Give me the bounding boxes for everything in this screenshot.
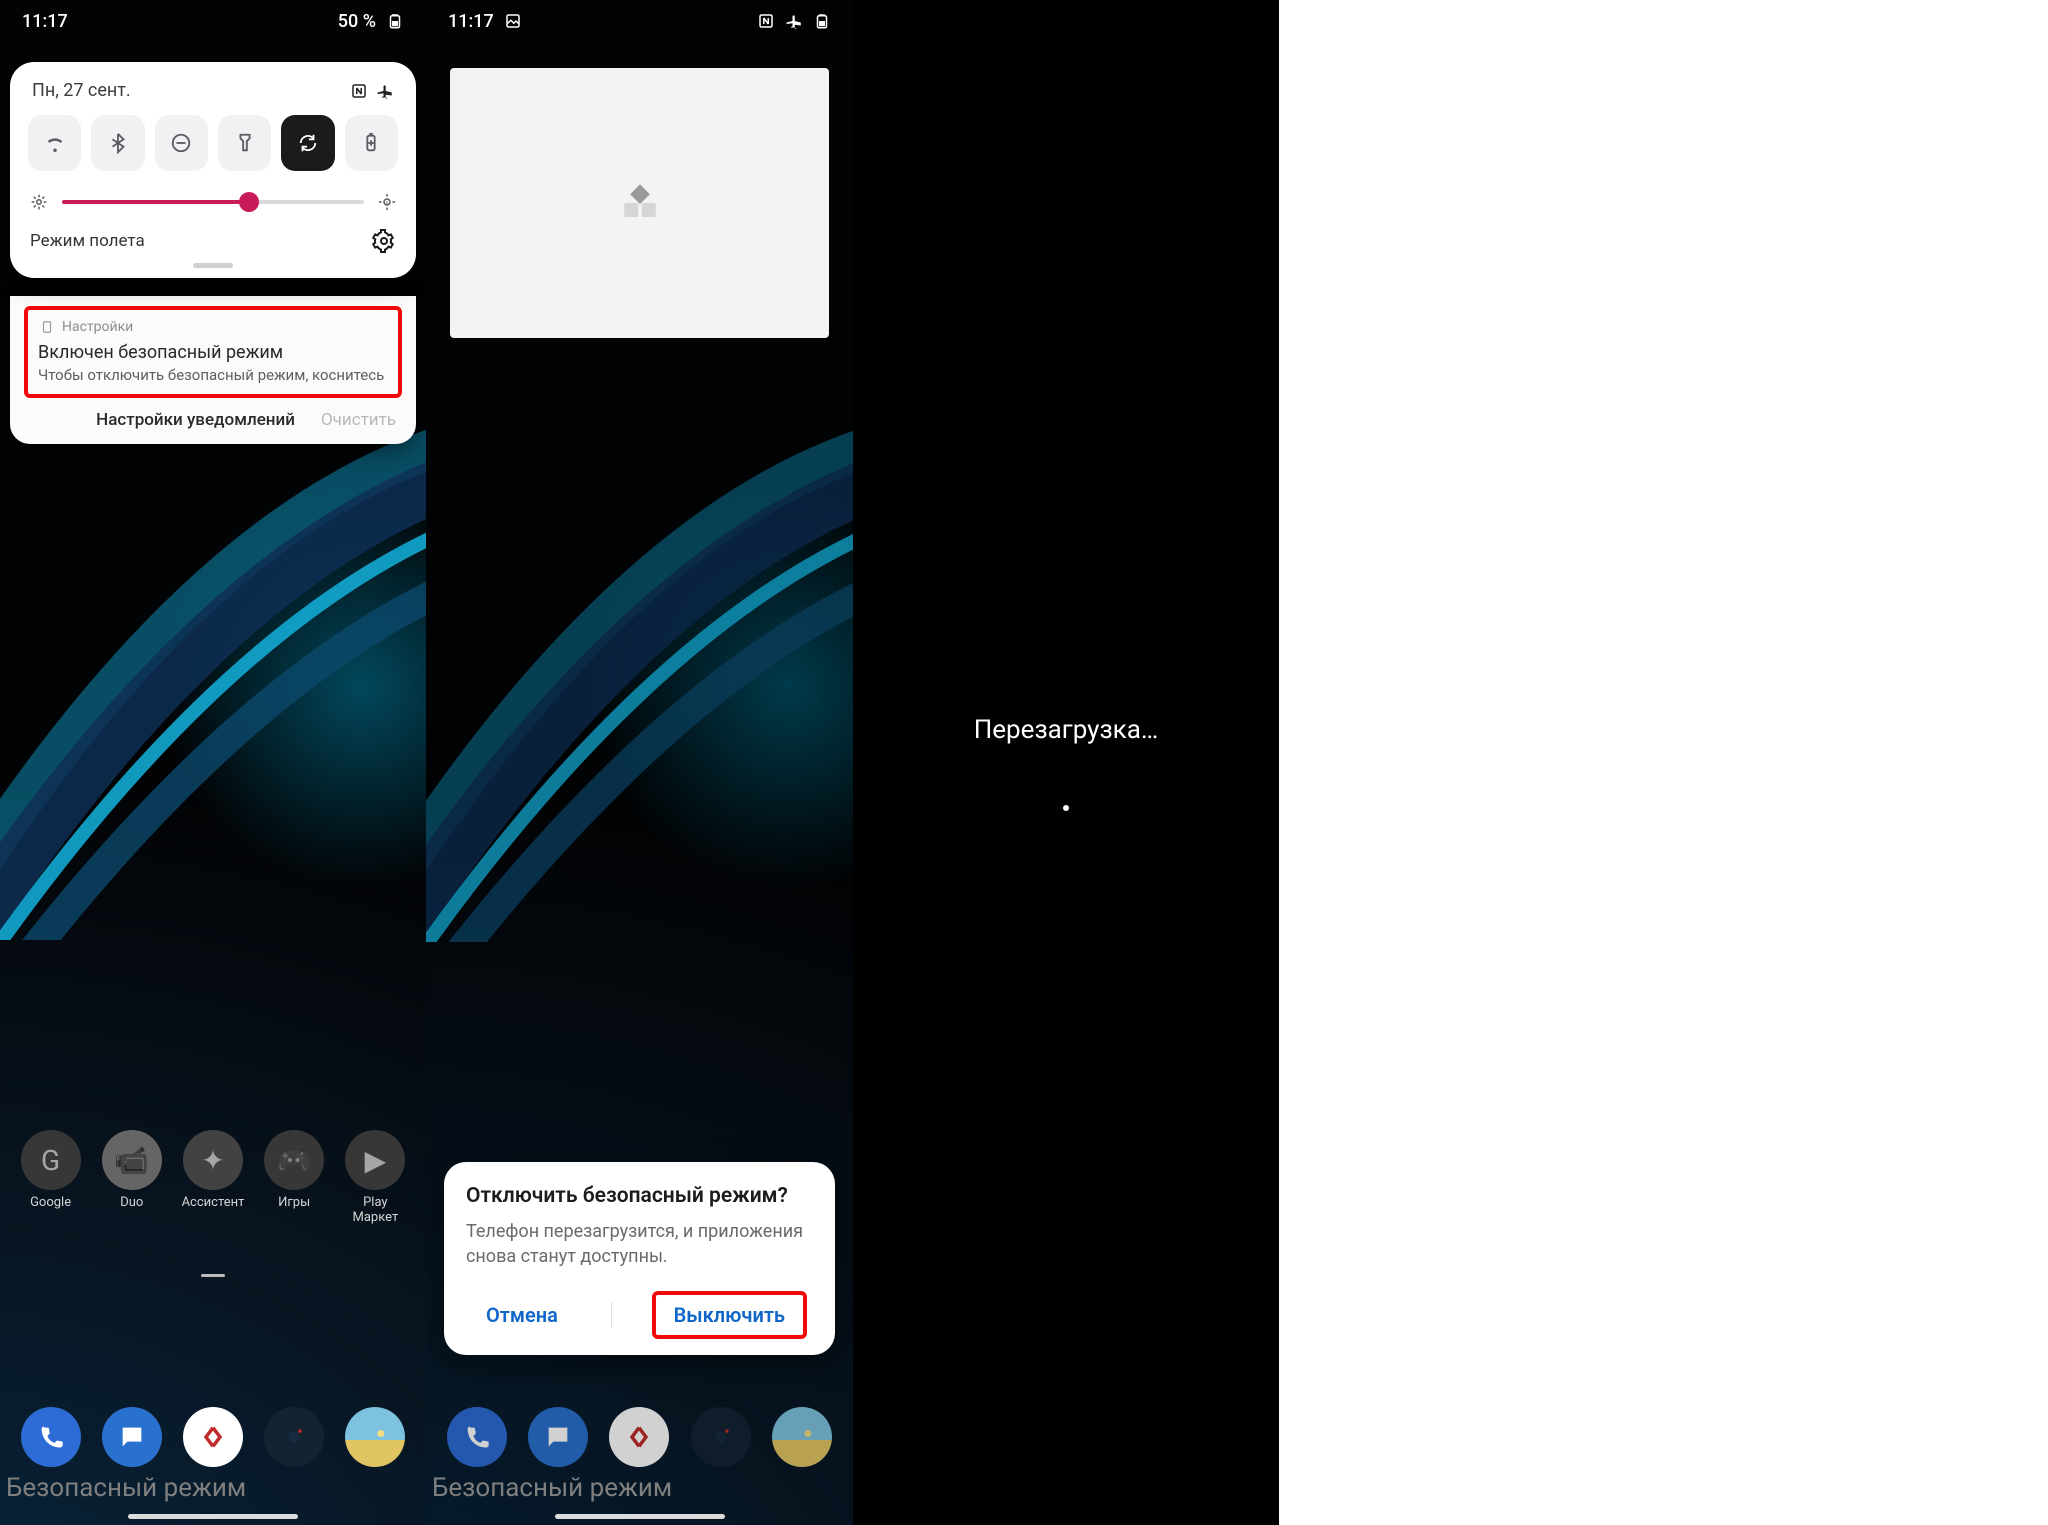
qs-drag-handle[interactable] (193, 263, 233, 268)
dock-camera[interactable] (258, 1407, 330, 1467)
notification-app-name: Настройки (62, 319, 133, 335)
brightness-track[interactable] (62, 200, 364, 204)
qs-tile-wifi[interactable] (28, 115, 81, 171)
notification-card: Настройки Включен безопасный режим Чтобы… (10, 296, 416, 444)
qs-tile-rotation[interactable] (281, 115, 334, 171)
brightness-slider[interactable]: A (26, 189, 400, 229)
battery-icon (813, 12, 831, 30)
safe-mode-watermark: Безопасный режим (432, 1473, 672, 1503)
notification-body: Чтобы отключить безопасный режим, коснит… (38, 366, 388, 384)
notification-title: Включен безопасный режим (38, 342, 388, 363)
phone-screenshot-3: Перезагрузка… (853, 0, 1279, 1525)
brightness-low-icon (30, 193, 48, 211)
nfc-icon (350, 82, 368, 100)
nfc-icon (757, 12, 775, 30)
app-duo[interactable]: 📹Duo (96, 1130, 168, 1225)
reboot-screen: Перезагрузка… (853, 0, 1279, 1525)
status-battery-pct: 50 % (338, 11, 376, 32)
dock-contacts[interactable] (339, 1407, 411, 1467)
app-assistant[interactable]: ✦Ассистент (177, 1130, 249, 1225)
dock-messages[interactable] (96, 1407, 168, 1467)
app-settings-icon (38, 318, 56, 336)
dock (0, 1407, 426, 1467)
gesture-nav-bar[interactable] (555, 1514, 725, 1519)
app-google[interactable]: GGoogle (15, 1130, 87, 1225)
dialog-cancel-button[interactable]: Отмена (472, 1297, 572, 1333)
home-apps-row: GGoogle 📹Duo ✦Ассистент 🎮Игры ▶Play Марк… (0, 1130, 426, 1225)
battery-icon (386, 12, 404, 30)
qs-mode-label: Режим полета (30, 231, 145, 251)
phone-screenshot-1: 11:17 50 % Пн, 27 сент. (0, 0, 426, 1525)
reboot-spinner (1063, 805, 1069, 811)
dialog-separator (611, 1302, 612, 1328)
notification-highlighted[interactable]: Настройки Включен безопасный режим Чтобы… (24, 306, 402, 398)
status-time: 11:17 (448, 11, 494, 32)
phone-screenshot-2: 11:17 Отключ (426, 0, 853, 1525)
status-time: 11:17 (22, 11, 68, 32)
dialog-body: Телефон перезагрузится, и приложения сно… (466, 1220, 813, 1269)
dock-phone[interactable] (15, 1407, 87, 1467)
quick-settings-tiles (26, 115, 400, 189)
app-games[interactable]: 🎮Игры (258, 1130, 330, 1225)
app-drawer-handle[interactable] (201, 1274, 225, 1277)
qs-tile-bluetooth[interactable] (91, 115, 144, 171)
notification-clear-button[interactable]: Очистить (321, 410, 396, 430)
status-bar: 11:17 (426, 0, 853, 42)
app-play-market[interactable]: ▶Play Маркет (339, 1130, 411, 1225)
placeholder-icon (619, 182, 661, 224)
recent-app-card[interactable] (450, 68, 829, 338)
qs-date: Пн, 27 сент. (32, 80, 131, 101)
quick-settings-panel: Пн, 27 сент. (10, 62, 416, 278)
airplane-icon (376, 82, 394, 100)
qs-tile-dnd[interactable] (155, 115, 208, 171)
reboot-label: Перезагрузка… (974, 715, 1159, 745)
gesture-nav-bar[interactable] (128, 1514, 298, 1519)
notification-settings-button[interactable]: Настройки уведомлений (96, 410, 295, 430)
status-bar: 11:17 50 % (0, 0, 426, 42)
dialog-title: Отключить безопасный режим? (466, 1184, 813, 1208)
blank-panel (1279, 0, 2048, 1525)
dock-browser[interactable] (177, 1407, 249, 1467)
confirm-dialog: Отключить безопасный режим? Телефон пере… (444, 1162, 835, 1355)
brightness-auto-icon[interactable]: A (378, 193, 396, 211)
airplane-icon (785, 12, 803, 30)
dialog-confirm-button[interactable]: Выключить (652, 1291, 807, 1339)
safe-mode-watermark: Безопасный режим (6, 1473, 246, 1503)
qs-tile-flashlight[interactable] (218, 115, 271, 171)
qs-tile-battery-saver[interactable] (345, 115, 398, 171)
qs-top-status-icons (350, 82, 394, 100)
screenshot-indicator-icon (504, 12, 522, 30)
svg-text:A: A (386, 200, 389, 206)
settings-gear-icon[interactable] (372, 229, 396, 253)
